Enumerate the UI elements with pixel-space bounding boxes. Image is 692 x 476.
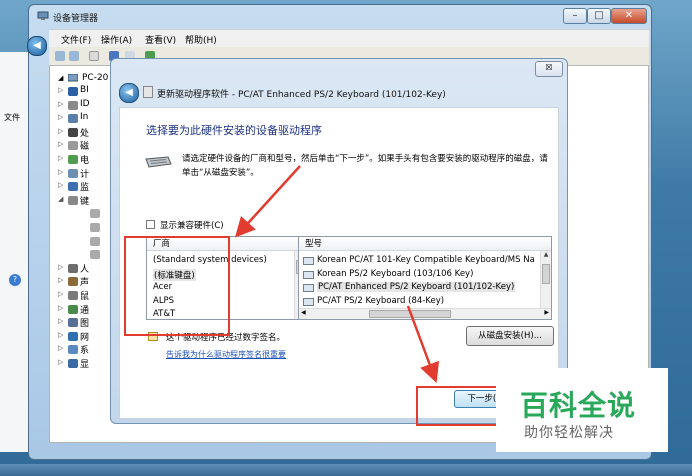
arrow-to-next xyxy=(406,305,440,384)
arrow-to-manufacturer xyxy=(234,165,301,238)
watermark-tagline: 助你轻松解决 xyxy=(524,425,614,441)
taskbar xyxy=(0,464,692,476)
watermark-logo-text: 百科全说 xyxy=(520,389,637,422)
